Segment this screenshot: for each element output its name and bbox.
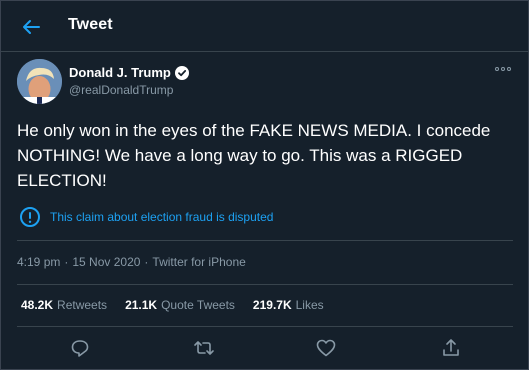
like-icon — [316, 339, 336, 357]
retweet-icon — [194, 341, 214, 355]
author-name-row: Donald J. Trump — [69, 65, 189, 80]
engagement-stats: 48.2K Retweets 21.1K Quote Tweets 219.7K… — [21, 298, 324, 312]
notice-text: This claim about election fraud is dispu… — [50, 210, 274, 224]
retweets-label: Retweets — [57, 298, 108, 312]
divider — [17, 284, 513, 285]
exclamation-circle-icon — [19, 206, 41, 228]
action-bar — [1, 333, 528, 363]
author-display-name[interactable]: Donald J. Trump — [69, 65, 171, 80]
like-button[interactable] — [315, 337, 337, 359]
likes-count: 219.7K — [252, 298, 292, 312]
header-bar: Tweet — [1, 1, 528, 52]
avatar-image — [17, 59, 62, 104]
divider — [17, 240, 513, 241]
disputed-claim-notice[interactable]: This claim about election fraud is dispu… — [19, 206, 273, 228]
tweet-detail-panel: Tweet Donald J. Trump @realDonaldTrump H… — [0, 0, 529, 370]
divider — [17, 326, 513, 327]
tweet-time[interactable]: 4:19 pm — [17, 255, 60, 269]
reply-button[interactable] — [69, 337, 91, 359]
verified-badge-icon — [174, 65, 189, 80]
meta-separator: · — [144, 255, 149, 269]
quote-tweets-count: 21.1K — [125, 298, 158, 312]
retweet-button[interactable] — [193, 337, 215, 359]
meta-separator: · — [64, 255, 69, 269]
share-icon — [443, 339, 459, 356]
back-button[interactable] — [17, 13, 45, 41]
retweets-stat[interactable]: 48.2K Retweets — [21, 298, 107, 312]
quote-tweets-stat[interactable]: 21.1K Quote Tweets — [125, 298, 235, 312]
arrow-left-icon — [23, 20, 40, 34]
share-button[interactable] — [440, 337, 462, 359]
tweet-date[interactable]: 15 Nov 2020 — [72, 255, 140, 269]
retweets-count: 48.2K — [21, 298, 54, 312]
more-dots-icon — [495, 67, 511, 71]
more-options-button[interactable] — [494, 63, 512, 75]
author-handle[interactable]: @realDonaldTrump — [69, 83, 173, 97]
tweet-text: He only won in the eyes of the FAKE NEWS… — [17, 121, 491, 190]
likes-label: Likes — [295, 298, 324, 312]
tweet-source[interactable]: Twitter for iPhone — [152, 255, 245, 269]
avatar[interactable] — [17, 59, 62, 104]
page-title: Tweet — [68, 16, 113, 33]
reply-icon — [71, 340, 89, 357]
tweet-meta: 4:19 pm · 15 Nov 2020 · Twitter for iPho… — [17, 255, 246, 269]
quote-tweets-label: Quote Tweets — [161, 298, 235, 312]
likes-stat[interactable]: 219.7K Likes — [253, 298, 324, 312]
